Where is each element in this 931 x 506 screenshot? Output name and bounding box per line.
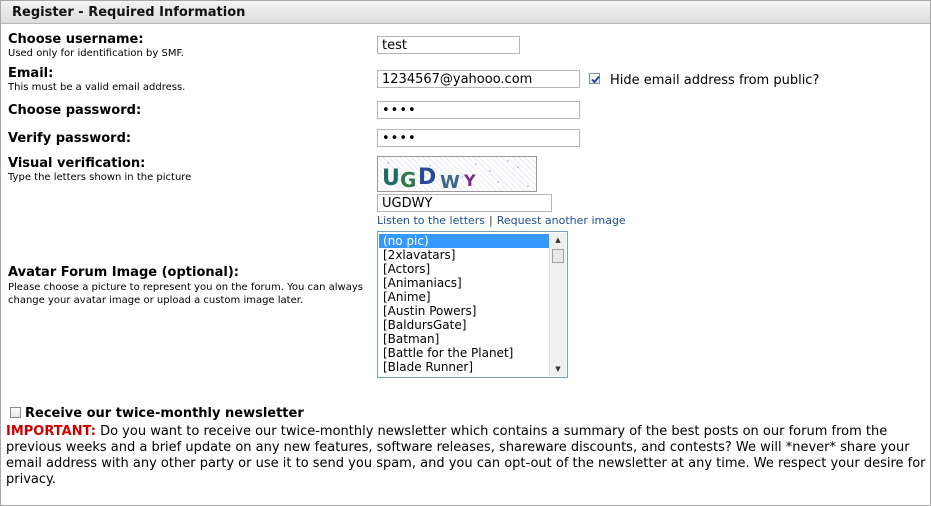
captcha-graphic: U G D W Y bbox=[382, 160, 529, 191]
avatar-option[interactable]: (no pic) bbox=[379, 234, 549, 248]
captcha-letter-g: G bbox=[400, 168, 416, 191]
hide-email-label: Hide email address from public? bbox=[610, 73, 820, 88]
avatar-option[interactable]: [Batman] bbox=[379, 332, 549, 346]
captcha-letter-w: W bbox=[440, 172, 460, 191]
visual-verification-label: Visual verification: bbox=[8, 156, 146, 171]
newsletter-label: Receive our twice-monthly newsletter bbox=[25, 406, 304, 421]
avatar-option[interactable]: [Animaniacs] bbox=[379, 276, 549, 290]
password-input[interactable]: •••• bbox=[377, 101, 580, 119]
username-label: Choose username: bbox=[8, 32, 144, 47]
scroll-down-icon[interactable]: ▼ bbox=[550, 362, 566, 376]
email-label: Email: bbox=[8, 66, 54, 81]
avatar-option[interactable]: [BaldursGate] bbox=[379, 318, 549, 332]
email-hint: This must be a valid email address. bbox=[8, 82, 186, 93]
avatar-label: Avatar Forum Image (optional): bbox=[8, 265, 239, 280]
visual-verification-hint: Type the letters shown in the picture bbox=[8, 172, 192, 183]
newsletter-checkbox[interactable] bbox=[10, 407, 21, 418]
listbox-scrollbar[interactable]: ▲ ▼ bbox=[549, 233, 566, 376]
hide-email-checkbox[interactable] bbox=[589, 73, 600, 84]
verification-code-input[interactable]: UGDWY bbox=[377, 194, 552, 212]
registration-panel: Register - Required Information Choose u… bbox=[0, 0, 931, 506]
section-title: Register - Required Information bbox=[12, 5, 246, 20]
listen-letters-link[interactable]: Listen to the letters bbox=[377, 214, 485, 227]
captcha-letter-d: D bbox=[418, 165, 436, 190]
username-input[interactable]: test bbox=[377, 36, 520, 54]
avatar-option[interactable]: [Anime] bbox=[379, 290, 549, 304]
request-image-link[interactable]: Request another image bbox=[497, 214, 626, 227]
verify-password-label: Verify password: bbox=[8, 131, 132, 146]
avatar-option[interactable]: [Blade Runner] bbox=[379, 360, 549, 374]
checkmark-icon bbox=[591, 75, 600, 84]
captcha-links: Listen to the letters | Request another im… bbox=[377, 214, 626, 227]
avatar-listbox[interactable]: (no pic) [2xlavatars] [Actors] [Animaniacs]… bbox=[377, 231, 568, 378]
password-label: Choose password: bbox=[8, 103, 142, 118]
username-hint: Used only for identification by SMF. bbox=[8, 48, 184, 59]
avatar-hint: Please choose a picture to represent you… bbox=[8, 282, 363, 306]
scroll-up-icon[interactable]: ▲ bbox=[550, 233, 566, 247]
important-label: IMPORTANT: bbox=[6, 424, 96, 439]
link-separator: | bbox=[489, 214, 493, 227]
avatar-options: (no pic) [2xlavatars] [Actors] [Animaniacs]… bbox=[379, 234, 549, 374]
newsletter-text: Do you want to receive our twice-monthly… bbox=[6, 424, 926, 487]
avatar-option[interactable]: [Battle for the Planet] bbox=[379, 346, 549, 360]
newsletter-description: IMPORTANT: Do you want to receive our tw… bbox=[6, 424, 926, 488]
avatar-option[interactable]: [Actors] bbox=[379, 262, 549, 276]
verify-password-input[interactable]: •••• bbox=[377, 129, 580, 147]
scroll-thumb[interactable] bbox=[552, 249, 564, 263]
captcha-letter-u: U bbox=[382, 166, 400, 191]
avatar-option[interactable]: [Austin Powers] bbox=[379, 304, 549, 318]
captcha-letter-y: Y bbox=[463, 171, 476, 190]
section-header: Register - Required Information bbox=[1, 1, 930, 24]
email-input[interactable]: 1234567@yahooo.com bbox=[377, 70, 580, 88]
captcha-image: U G D W Y bbox=[377, 156, 537, 192]
avatar-option[interactable]: [2xlavatars] bbox=[379, 248, 549, 262]
